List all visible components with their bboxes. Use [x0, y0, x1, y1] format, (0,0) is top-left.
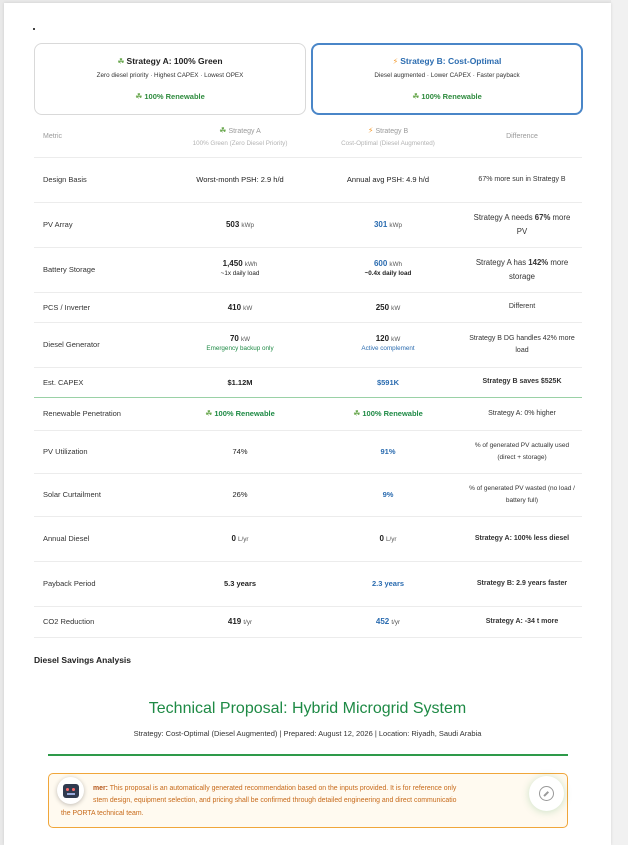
page-marker [33, 28, 35, 30]
proposal-title: Technical Proposal: Hybrid Microgrid Sys… [148, 700, 467, 717]
capex-diff: Strategy B saves $525K [462, 367, 582, 398]
renewable-b: ☘ 100% Renewable [314, 397, 462, 431]
table-row: Diesel Generator 70 kW Emergency backup o… [34, 322, 582, 368]
row-label: Solar Curtailment [34, 473, 166, 517]
diesel-gen-a: 70 kW Emergency backup only [166, 322, 314, 368]
row-label: Annual Diesel [34, 516, 166, 562]
row-label: Renewable Penetration [34, 397, 166, 431]
annual-diesel-a: 0 L/yr [166, 516, 314, 562]
pv-array-b: 301 kWp [314, 202, 462, 248]
disclaimer-line: This proposal is an automatically genera… [107, 785, 457, 792]
leaf-icon: ☘ [205, 409, 213, 418]
table-row: Est. CAPEX $1.12M $591K Strategy B saves… [34, 367, 582, 398]
renewable-a: ☘ 100% Renewable [166, 397, 314, 431]
leaf-icon: ☘ [117, 57, 125, 66]
payback-a: 5.3 years [166, 561, 314, 607]
pcs-b: 250 kW [314, 292, 462, 323]
chat-icon [539, 786, 554, 801]
disclaimer-box: mer: This proposal is an automatically g… [48, 773, 568, 828]
strategy-a-title: Strategy A: 100% Green [126, 56, 223, 66]
disclaimer-line: the PORTA technical team. [61, 809, 144, 817]
lightning-icon: ⚡ [367, 125, 374, 135]
scrollbar-track[interactable] [611, 0, 628, 845]
table-row: Payback Period 5.3 years 2.3 years Strat… [34, 561, 582, 607]
co2-b: 452 t/yr [314, 606, 462, 638]
curtail-b: 9% [314, 473, 462, 517]
table-row: Battery Storage 1,450 kWh ~1x daily load … [34, 247, 582, 293]
capex-b: $591K [314, 367, 462, 398]
header-strategy-a: ☘ Strategy A 100% Green (Zero Diesel Prior… [166, 117, 314, 158]
row-label: PV Array [34, 202, 166, 248]
annual-diesel-diff: Strategy A: 100% less diesel [462, 516, 582, 562]
leaf-icon: ☘ [412, 92, 420, 101]
row-label: Design Basis [34, 157, 166, 203]
header-strategy-b: ⚡ Strategy B Cost-Optimal (Diesel Augmente… [314, 117, 462, 158]
table-row: PV Array 503 kWp 301 kWp Strategy A need… [34, 202, 582, 248]
payback-diff: Strategy B: 2.9 years faster [462, 561, 582, 607]
table-row: CO2 Reduction 419 t/yr 452 t/yr Strategy… [34, 606, 582, 638]
table-row: Annual Diesel 0 L/yr 0 L/yr Strategy A: … [34, 516, 582, 562]
row-label: Est. CAPEX [34, 367, 166, 398]
table-row: Renewable Penetration ☘ 100% Renewable ☘ 1… [34, 397, 582, 431]
table-row: Design Basis Worst-month PSH: 2.9 h/d An… [34, 157, 582, 203]
pv-array-diff: Strategy A needs 67% more PV [462, 202, 582, 248]
pv-util-diff: % of generated PV actually used (direct … [462, 430, 582, 474]
pv-util-a: 74% [166, 430, 314, 474]
diesel-savings-heading: Diesel Savings Analysis [34, 655, 132, 665]
design-basis-diff: 67% more sun in Strategy B [462, 157, 582, 203]
strategy-b-title: Strategy B: Cost-Optimal [400, 56, 502, 66]
row-label: Payback Period [34, 561, 166, 607]
leaf-icon: ☘ [353, 409, 361, 418]
strategy-b-subtitle: Diesel augmented · Lower CAPEX · Faster … [374, 72, 520, 79]
battery-diff: Strategy A has 142% more storage [462, 247, 582, 293]
curtail-diff: % of generated PV wasted (no load / batt… [462, 473, 582, 517]
design-basis-b: Annual avg PSH: 4.9 h/d [314, 157, 462, 203]
co2-a: 419 t/yr [166, 606, 314, 638]
strategy-b-card[interactable]: ⚡ Strategy B: Cost-Optimal Diesel augment… [311, 43, 583, 115]
chat-button[interactable] [529, 776, 564, 811]
table-row: PCS / Inverter 410 kW 250 kW Different [34, 292, 582, 323]
row-label: PCS / Inverter [34, 292, 166, 323]
battery-b: 600 kWh ~0.4x daily load [314, 247, 462, 293]
capex-a: $1.12M [166, 367, 314, 398]
diesel-gen-b: 120 kW Active complement [314, 322, 462, 368]
co2-diff: Strategy A: -34 t more [462, 606, 582, 638]
pv-util-b: 91% [314, 430, 462, 474]
row-label: Battery Storage [34, 247, 166, 293]
table-header: Metric ☘ Strategy A 100% Green (Zero Diese… [34, 117, 582, 158]
comparison-table: Metric ☘ Strategy A 100% Green (Zero Diese… [34, 117, 582, 638]
pcs-diff: Different [462, 292, 582, 323]
strategy-a-tag: 100% Renewable [144, 92, 205, 101]
leaf-icon: ☘ [219, 125, 227, 135]
row-label: CO2 Reduction [34, 606, 166, 638]
robot-icon [62, 783, 79, 798]
disclaimer-label: mer: [93, 785, 108, 792]
pv-array-a: 503 kWp [166, 202, 314, 248]
strategy-cards: ☘ Strategy A: 100% Green Zero diesel prio… [34, 43, 583, 115]
renewable-diff: Strategy A: 0% higher [462, 397, 582, 431]
annual-diesel-b: 0 L/yr [314, 516, 462, 562]
table-row: Solar Curtailment 26% 9% % of generated … [34, 473, 582, 517]
design-basis-a: Worst-month PSH: 2.9 h/d [166, 157, 314, 203]
header-metric: Metric [34, 117, 166, 158]
title-divider [48, 754, 568, 756]
assistant-button[interactable] [57, 777, 84, 804]
diesel-gen-diff: Strategy B DG handles 42% more load [462, 322, 582, 368]
pcs-a: 410 kW [166, 292, 314, 323]
proposal-meta: Strategy: Cost-Optimal (Diesel Augmented… [133, 729, 482, 738]
curtail-a: 26% [166, 473, 314, 517]
row-label: PV Utilization [34, 430, 166, 474]
row-label: Diesel Generator [34, 322, 166, 368]
strategy-a-subtitle: Zero diesel priority · Highest CAPEX · L… [96, 72, 244, 79]
leaf-icon: ☘ [135, 92, 143, 101]
table-row: PV Utilization 74% 91% % of generated PV… [34, 430, 582, 474]
payback-b: 2.3 years [314, 561, 462, 607]
strategy-a-card[interactable]: ☘ Strategy A: 100% Green Zero diesel prio… [34, 43, 306, 115]
disclaimer-line: stem design, equipment selection, and pr… [93, 797, 457, 805]
strategy-b-tag: 100% Renewable [421, 92, 482, 101]
battery-a: 1,450 kWh ~1x daily load [166, 247, 314, 293]
header-difference: Difference [462, 117, 582, 158]
lightning-icon: ⚡ [392, 57, 399, 66]
